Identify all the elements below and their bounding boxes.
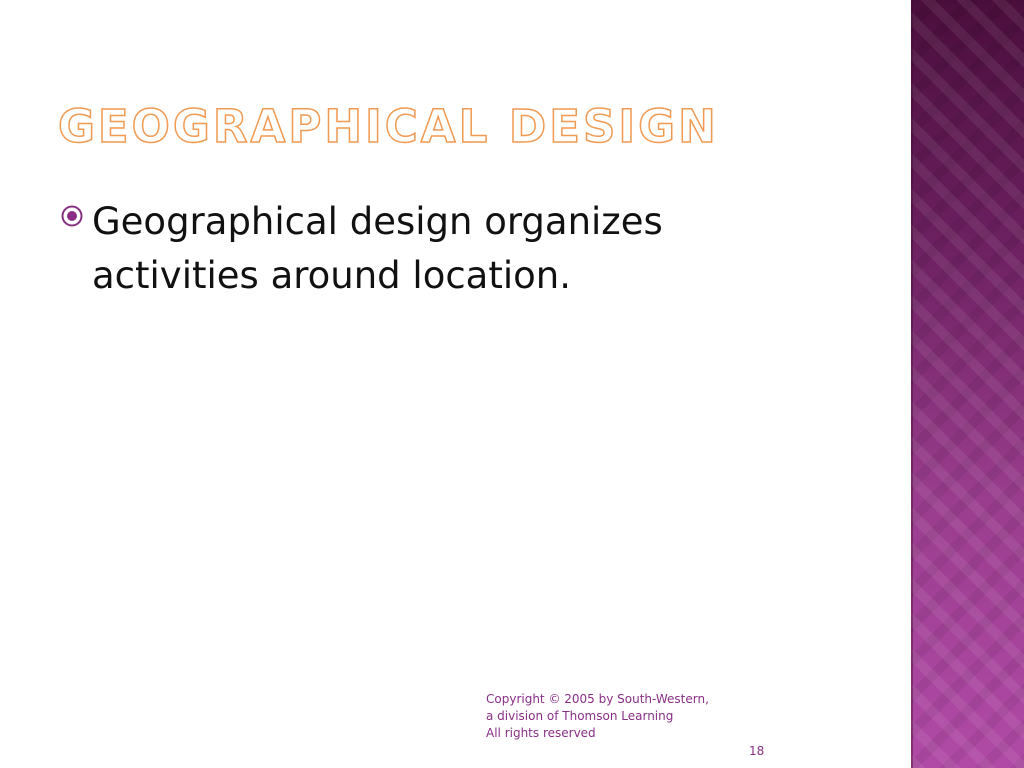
side-panel-edge (911, 0, 913, 768)
footer-copyright: Copyright © 2005 by South-Western, a div… (486, 691, 716, 742)
circled-dot-bullet-icon (61, 205, 83, 227)
slide: Geographical Design Geographical design … (0, 0, 1024, 768)
rights-notice: All rights reserved (486, 726, 596, 740)
page-number: 18 (749, 744, 765, 758)
slide-title: Geographical Design (57, 100, 719, 153)
bullet-item: Geographical design organizes activities… (60, 195, 750, 303)
bullet-text: Geographical design organizes activities… (92, 200, 663, 297)
decorative-side-panel (911, 0, 1024, 768)
copyright-notice: Copyright © 2005 by South-Western, a div… (486, 692, 709, 723)
